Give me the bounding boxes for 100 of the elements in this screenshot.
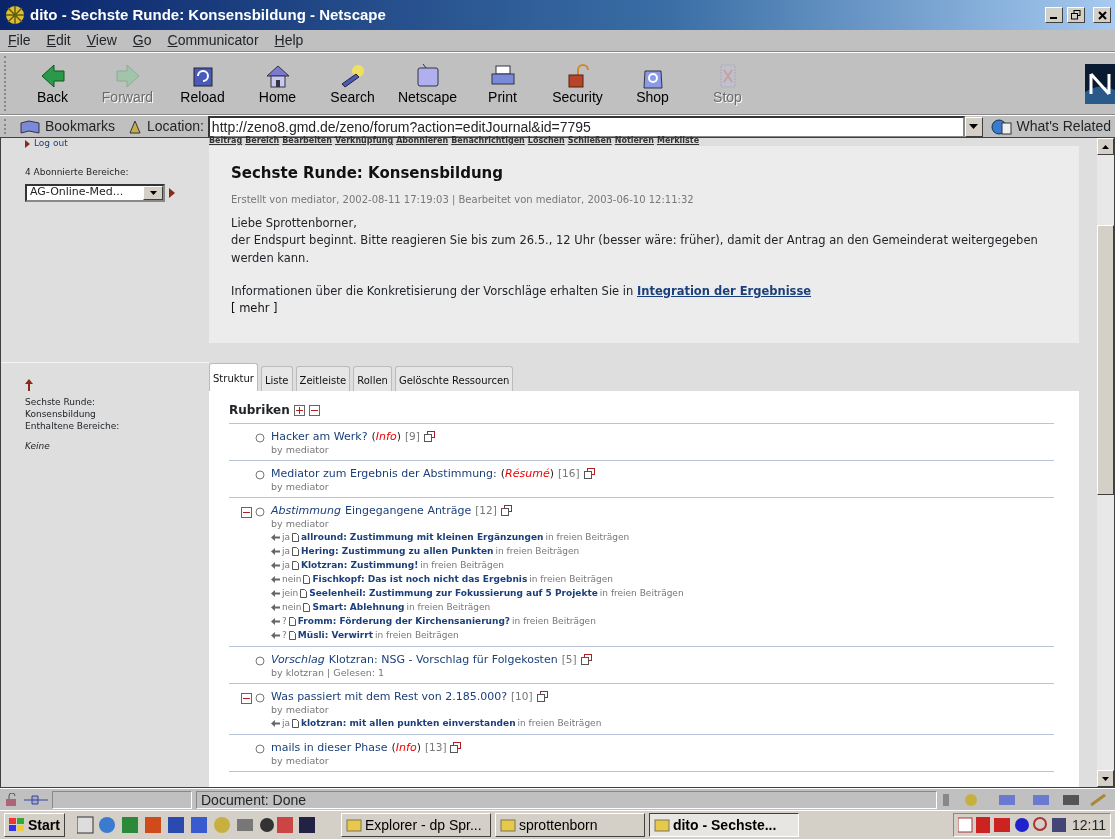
reply-link[interactable]: Fischkopf: Das ist noch nicht das Ergebnis: [312, 572, 528, 587]
location-text: in freien Beiträgen: [406, 601, 491, 615]
tray-icons-drawing[interactable]: [958, 816, 1068, 834]
tab[interactable]: Rollen: [353, 366, 392, 392]
reply-link[interactable]: Fromm: Förderung der Kirchensanierung?: [297, 614, 511, 629]
left-arrow-icon: [271, 719, 280, 727]
action-link[interactable]: Abonnieren: [396, 136, 449, 145]
toolbar-button[interactable]: Print: [465, 61, 540, 106]
circle-icon: [255, 744, 265, 755]
vote-label: nein: [282, 601, 302, 615]
reply-link[interactable]: Müsli: Verwirrt: [297, 628, 373, 643]
reply-link[interactable]: Smart: Ablehnung: [312, 600, 405, 615]
tag-label: (Info): [371, 429, 401, 445]
restore-button[interactable]: [1067, 7, 1085, 23]
action-link[interactable]: Notieren: [614, 136, 654, 145]
location-label: Location:: [147, 117, 204, 136]
action-link[interactable]: Beitrag: [209, 136, 243, 145]
caret-icon: [149, 190, 157, 195]
scrollbar[interactable]: [1097, 138, 1114, 787]
toolbar-button[interactable]: Home: [240, 61, 315, 106]
action-link[interactable]: Schließen: [567, 136, 612, 145]
taskbar-button[interactable]: Explorer - dp Spr...: [340, 813, 491, 837]
collapse-all-icon[interactable]: [308, 404, 320, 416]
expand-all-icon[interactable]: [293, 404, 305, 416]
logout-link[interactable]: Log out: [34, 137, 68, 151]
contained-label: Enthaltene Bereiche:: [25, 420, 121, 432]
new-window-icon[interactable]: [423, 431, 435, 443]
subscribed-label: 4 Abonnierte Bereiche:: [24, 166, 130, 179]
reply-link[interactable]: Seelenheil: Zustimmung zur Fokussierung auf 5 Projekte: [309, 586, 598, 601]
menu-item[interactable]: Go: [132, 30, 152, 51]
topic-link[interactable]: Mediator zum Ergebnis der Abstimmung:: [271, 466, 497, 482]
go-icon[interactable]: [169, 187, 175, 198]
quick-launch-drawing[interactable]: [76, 816, 317, 834]
info-text: Informationen über die Konkretisierung der Vorschläge erhalten Sie in Integration der Ergebnisse: [231, 282, 813, 300]
action-link[interactable]: Bereich: [245, 136, 280, 145]
topic-link[interactable]: Klotzran: NSG - Vorschlag für Folgekosten: [328, 652, 558, 668]
toolbar-button[interactable]: Reload: [165, 61, 240, 106]
url-field[interactable]: http://zeno8.gmd.de/zeno/forum?action=editJournal&id=7795: [207, 115, 965, 138]
tab[interactable]: Zeitleiste: [295, 366, 351, 392]
toolbar-button[interactable]: Netscape: [390, 61, 465, 106]
menu-item[interactable]: View: [86, 30, 117, 51]
topic-link[interactable]: Was passiert mit dem Rest von 2.185.000?: [271, 689, 507, 705]
menu-item[interactable]: File: [8, 30, 31, 51]
tab[interactable]: Gelöschte Ressourcen: [394, 366, 514, 392]
bookmarks-button[interactable]: Bookmarks: [19, 116, 116, 137]
circle-icon: [255, 507, 265, 518]
new-window-icon[interactable]: [500, 505, 512, 517]
tab[interactable]: Struktur: [209, 363, 258, 392]
taskbar-button[interactable]: dito - Sechste...: [648, 813, 799, 837]
toolbar-button[interactable]: Search: [315, 61, 390, 106]
more-link[interactable]: [ mehr ]: [231, 301, 278, 315]
new-window-icon[interactable]: [580, 654, 592, 666]
menu-item[interactable]: Edit: [46, 30, 71, 51]
new-window-icon[interactable]: [536, 691, 548, 703]
reply-link[interactable]: Hering: Zustimmung zu allen Punkten: [301, 544, 494, 559]
area-select[interactable]: AG-Online-Med...: [25, 183, 165, 202]
byline: by mediator: [271, 704, 330, 717]
up-arrow-icon[interactable]: [25, 379, 33, 391]
action-link[interactable]: Merkliste: [656, 136, 700, 145]
close-button[interactable]: [1093, 7, 1111, 23]
topic-link[interactable]: Hacker am Werk?: [271, 429, 368, 445]
vote-label: ja: [282, 559, 290, 573]
toolbar-button[interactable]: Back: [15, 61, 90, 106]
integration-link[interactable]: Integration der Ergebnisse: [637, 283, 812, 298]
menu-item[interactable]: Communicator: [167, 30, 259, 51]
whats-related-button[interactable]: What's Related: [990, 116, 1111, 137]
reply-link[interactable]: klotzran: mit allen punkten einverstanden: [301, 716, 516, 731]
action-link[interactable]: Bearbeiten: [282, 136, 332, 145]
body-text: der Endspurt beginnt. Bitte reagieren Sie bis zum 26.5., 12 Uhr (besser wäre: früher), damit der Antrag an den Gemeinderat weitergegeben werden kann.: [231, 232, 1039, 267]
action-link[interactable]: Löschen: [527, 136, 565, 145]
reply-link[interactable]: allround: Zustimmung mit kleinen Ergänzungen: [301, 530, 544, 545]
count-label: [5]: [561, 652, 577, 668]
new-window-icon[interactable]: [450, 742, 462, 754]
byline: by mediator: [271, 481, 330, 494]
location-text: in freien Beiträgen: [420, 559, 505, 573]
action-link[interactable]: Benachrichtigen: [451, 136, 525, 145]
tab[interactable]: Liste: [260, 366, 293, 392]
folder-icon: [499, 818, 516, 832]
circle-icon: [255, 693, 265, 704]
menu-item[interactable]: Help: [274, 30, 304, 51]
topic-link[interactable]: mails in dieser Phase: [271, 740, 388, 756]
minimize-button[interactable]: [1045, 7, 1063, 23]
reply-link[interactable]: Klotzran: Zustimmung!: [301, 558, 419, 573]
circle-icon: [255, 470, 265, 481]
start-button[interactable]: Start: [4, 813, 65, 837]
collapse-icon[interactable]: [241, 693, 252, 705]
taskbar-button[interactable]: sprottenborn: [494, 813, 645, 837]
collapse-icon[interactable]: [241, 507, 252, 519]
rubriken-heading: Rubriken: [229, 402, 290, 420]
vote-label: jein: [282, 587, 299, 601]
toolbar-button[interactable]: Shop: [615, 61, 690, 106]
action-link[interactable]: Verknüpfung: [334, 136, 394, 145]
new-window-icon[interactable]: [583, 468, 595, 480]
count-label: [9]: [404, 429, 420, 445]
app-icon: [4, 4, 26, 26]
folder-icon: [345, 818, 362, 832]
toolbar-button[interactable]: Security: [540, 61, 615, 106]
window-title: dito - Sechste Runde: Konsensbildung - Netscape: [30, 4, 386, 25]
page-proxy-icon[interactable]: [127, 118, 144, 135]
topic-link[interactable]: Eingegangene Anträge: [344, 503, 472, 519]
